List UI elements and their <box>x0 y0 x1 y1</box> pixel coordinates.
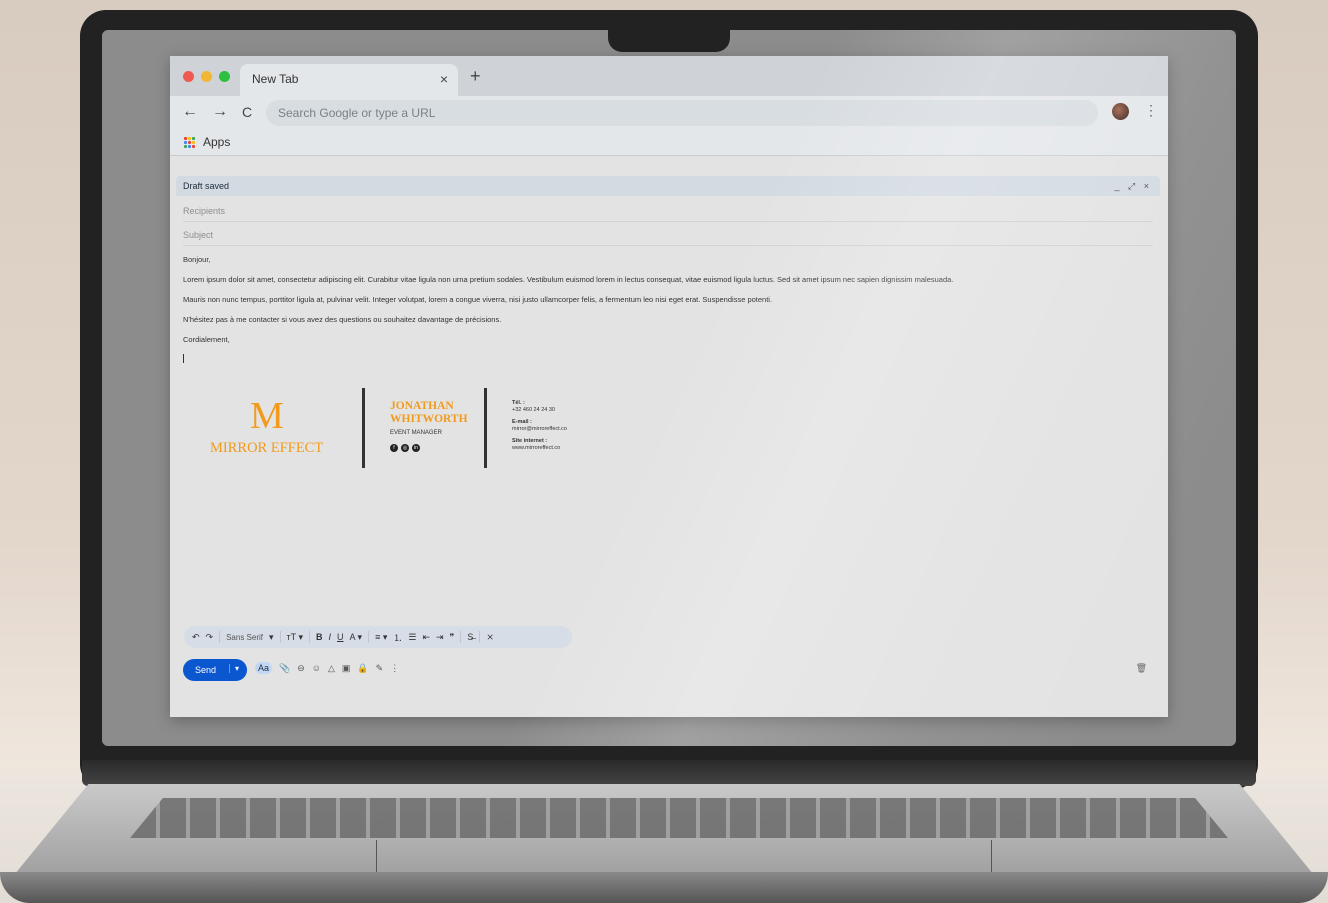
separator <box>219 631 221 643</box>
body-line: N'hésitez pas à me contacter si vous ave… <box>183 315 502 324</box>
company-name: MIRROR EFFECT <box>210 440 324 456</box>
quote-icon[interactable]: ❞ <box>450 632 455 643</box>
send-button[interactable]: Send ▾ <box>183 659 247 681</box>
separator <box>460 631 462 643</box>
laptop-hinge <box>82 760 1256 786</box>
forward-icon[interactable]: → <box>212 103 228 121</box>
body-line: Cordialement, <box>183 335 230 344</box>
separator <box>479 631 481 643</box>
send-options-icon[interactable]: ▾ <box>229 664 239 673</box>
tel-label: Tél. : <box>512 400 525 406</box>
close-window-button[interactable] <box>183 71 194 82</box>
signature-icon[interactable]: ✎ <box>376 663 384 674</box>
apps-bookmark[interactable]: Apps <box>203 135 230 149</box>
apps-grid-icon[interactable] <box>184 137 196 149</box>
discard-draft-icon[interactable]: 🗑 <box>1136 663 1147 674</box>
company-logo: M <box>250 395 284 437</box>
instagram-icon[interactable]: ◎ <box>401 444 409 452</box>
divider <box>484 388 487 468</box>
insert-link-icon[interactable]: ⊖ <box>297 663 305 674</box>
address-bar[interactable]: Search Google or type a URL <box>266 100 1098 126</box>
social-icons: f ◎ in <box>390 444 420 452</box>
numbered-list-icon[interactable]: ⒈ <box>393 631 402 644</box>
body-line: Mauris non nunc tempus, porttitor ligula… <box>183 295 773 304</box>
minimize-window-button[interactable] <box>201 71 212 82</box>
camera-notch <box>608 30 730 52</box>
italic-button[interactable]: I <box>329 632 332 642</box>
tab-bar: New Tab × + <box>170 56 1168 96</box>
new-tab-button[interactable]: + <box>470 66 481 87</box>
separator <box>279 631 281 643</box>
indent-less-icon[interactable]: ⇤ <box>422 632 430 643</box>
more-options-icon[interactable]: ⋮ <box>390 663 399 674</box>
drive-icon[interactable]: △ <box>328 663 335 674</box>
email-value[interactable]: mirror@mirroreffect.co <box>512 426 567 433</box>
bulleted-list-icon[interactable]: ☰ <box>408 632 416 643</box>
divider <box>362 388 365 468</box>
browser-toolbar: ← → C Search Google or type a URL ⋮ <box>170 96 1168 130</box>
bold-button[interactable]: B <box>316 632 323 642</box>
signature-role: EVENT MANAGER <box>390 430 442 436</box>
laptop-base-front <box>0 872 1328 903</box>
linkedin-icon[interactable]: in <box>412 444 420 452</box>
clear-formatting-icon[interactable]: ⨯ <box>486 632 494 643</box>
signature-name-last: WHITWORTH <box>390 413 468 425</box>
reload-icon[interactable]: C <box>242 104 252 120</box>
strikethrough-icon[interactable]: S̶ <box>467 632 473 642</box>
insert-photo-icon[interactable]: ▣ <box>342 663 351 674</box>
tab-new-tab[interactable]: New Tab × <box>240 64 458 96</box>
send-row: Send ▾ Aa 📎 ⊖ ☺ △ ▣ 🔒 ✎ ⋮ 🗑 <box>183 659 1153 681</box>
browser-window: New Tab × + ← → C Search Google or type … <box>170 56 1168 717</box>
font-dropdown-icon[interactable]: ▾ <box>269 632 274 643</box>
send-label: Send <box>195 665 217 675</box>
site-label: Site internet : <box>512 438 548 444</box>
back-icon[interactable]: ← <box>182 103 198 121</box>
compose-header: Draft saved _ ⤢ × <box>176 176 1160 196</box>
compose-window-controls[interactable]: _ ⤢ × <box>1115 176 1152 196</box>
body-line: Lorem ipsum dolor sit amet, consectetur … <box>183 275 954 284</box>
confidential-mode-icon[interactable]: 🔒 <box>357 663 368 674</box>
underline-button[interactable]: U <box>337 632 344 642</box>
facebook-icon[interactable]: f <box>390 444 398 452</box>
align-button[interactable]: ≡ ▾ <box>375 632 387 643</box>
browser-menu-icon[interactable]: ⋮ <box>1144 102 1158 119</box>
tab-title: New Tab <box>252 72 299 86</box>
tel-value: +32 460 24 24 30 <box>512 407 555 413</box>
font-select[interactable]: Sans Serif <box>226 633 263 642</box>
subject-field[interactable]: Subject <box>183 224 1153 246</box>
attach-file-icon[interactable]: 📎 <box>279 663 290 674</box>
signature-name-first: JONATHAN <box>390 400 454 412</box>
emoji-icon[interactable]: ☺ <box>312 663 321 673</box>
indent-more-icon[interactable]: ⇥ <box>436 632 444 643</box>
site-value[interactable]: www.mirroreffect.co <box>512 445 560 452</box>
draft-status: Draft saved <box>183 181 230 191</box>
text-color-button[interactable]: A ▾ <box>350 632 363 643</box>
separator <box>368 631 370 643</box>
separator <box>309 631 311 643</box>
formatting-toolbar: ↶ ↷ Sans Serif ▾ тT ▾ B I U A ▾ ≡ ▾ ⒈ ☰ … <box>184 626 572 648</box>
redo-icon[interactable]: ↷ <box>206 632 214 643</box>
email-label: E-mail : <box>512 419 532 425</box>
keyboard <box>130 798 1228 838</box>
email-signature: M MIRROR EFFECT JONATHAN WHITWORTH EVENT… <box>206 388 606 468</box>
text-cursor <box>183 354 184 363</box>
font-size-button[interactable]: тT ▾ <box>287 632 303 643</box>
tab-close-icon[interactable]: × <box>440 71 448 87</box>
body-line: Bonjour, <box>183 255 211 264</box>
undo-icon[interactable]: ↶ <box>192 632 200 643</box>
formatting-options-icon[interactable]: Aa <box>255 662 273 674</box>
maximize-window-button[interactable] <box>219 71 230 82</box>
recipients-field[interactable]: Recipients <box>183 200 1153 222</box>
profile-avatar[interactable] <box>1112 103 1129 120</box>
compose-window: Draft saved _ ⤢ × Recipients Subject Bon… <box>170 156 1168 717</box>
bookmarks-bar: Apps <box>170 130 1168 156</box>
compose-tools: Aa 📎 ⊖ ☺ △ ▣ 🔒 ✎ ⋮ <box>255 662 399 674</box>
